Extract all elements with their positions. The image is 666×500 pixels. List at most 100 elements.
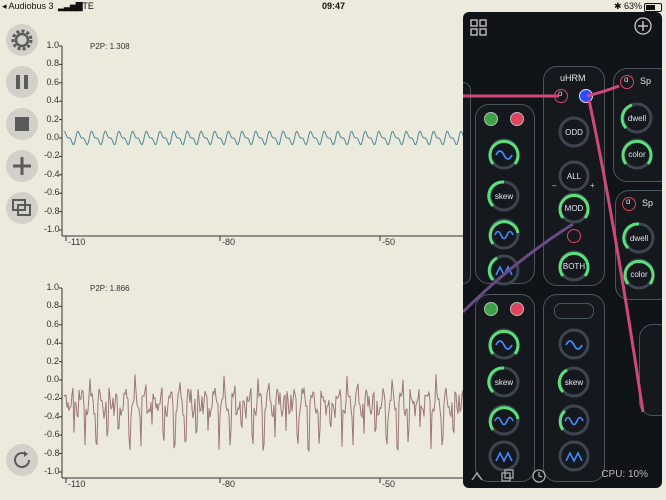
- back-app-link[interactable]: ◂ Audiobus 3: [2, 1, 54, 12]
- jack-green[interactable]: [484, 112, 498, 126]
- add-button[interactable]: [6, 150, 38, 182]
- jack-sp2-in[interactable]: ɑ: [622, 197, 636, 211]
- module-sp-title: Sp: [640, 76, 652, 86]
- plus-label: +: [590, 181, 595, 190]
- y-tick-label: 0.2: [46, 355, 59, 366]
- y-tick-label: 1.0: [46, 282, 59, 292]
- knob-skew-2-label: skew: [494, 377, 514, 387]
- knob-shape-3[interactable]: [557, 327, 591, 361]
- jack-red[interactable]: [510, 112, 524, 126]
- y-tick-label: 0.8: [46, 300, 59, 311]
- p2p-readout: P2P: 1.308: [90, 42, 130, 51]
- knob-both[interactable]: BOTH: [557, 249, 591, 283]
- module-partial-right: [639, 324, 662, 416]
- knob-skew-label: skew: [494, 191, 514, 201]
- add-module-icon[interactable]: [633, 16, 653, 36]
- copy-icon[interactable]: [499, 468, 515, 484]
- jack-out[interactable]: [579, 89, 593, 103]
- y-tick-label: 0.8: [46, 58, 59, 69]
- jack-mod-in[interactable]: [567, 229, 581, 243]
- pause-button[interactable]: [6, 66, 38, 98]
- y-tick-label: 0.0: [46, 132, 59, 142]
- knob-skew-3-label: skew: [564, 377, 584, 387]
- y-tick-label: 0.2: [46, 113, 59, 124]
- battery-label: 63%: [624, 1, 643, 11]
- waveform-trace: [63, 130, 464, 146]
- grid-icon[interactable]: [469, 18, 491, 40]
- cpu-readout: CPU: 10%: [601, 469, 648, 480]
- oscilloscope-top[interactable]: P2P: 1.308 1.0 0.8 0.6 0.4 0.2 0.0 -0.2 -0.4 -0.…: [44, 40, 464, 250]
- module-sp-top: ɑ Sp dwell color: [613, 68, 662, 182]
- refresh-icon: [14, 451, 31, 469]
- knob-mod-label: MOD: [564, 203, 584, 213]
- knob-color-label: color: [628, 149, 646, 159]
- x-tick-label: -50: [382, 237, 396, 247]
- y-tick-label: 0.4: [46, 337, 59, 348]
- y-tick-label: -1.0: [44, 466, 60, 476]
- minus-label: –: [552, 181, 557, 190]
- jack-sp-in[interactable]: ɑ: [620, 75, 634, 89]
- clock: 09:47: [322, 1, 346, 11]
- stop-button[interactable]: [6, 108, 38, 140]
- knob-dwell-2-label: dwell: [629, 233, 649, 243]
- knob-shape-2[interactable]: [487, 327, 521, 361]
- back-app-label: Audiobus 3: [8, 1, 54, 11]
- module-wave-c: skew: [543, 294, 605, 482]
- oscilloscope-bottom[interactable]: P2P: 1.866 1.0 0.8 0.6 0.4 0.2 0.0 -0.2 -0.4 -0.…: [44, 282, 464, 492]
- jack-red-2[interactable]: [510, 302, 524, 316]
- module-wave-a: skew: [475, 104, 535, 287]
- knob-all-label: ALL: [566, 171, 582, 181]
- jack-in[interactable]: o: [554, 89, 568, 103]
- y-tick-label: -0.4: [44, 410, 60, 421]
- reset-button[interactable]: [6, 444, 38, 476]
- layers-button[interactable]: [6, 192, 38, 224]
- modular-panel: skew uHRM o ODD ALL – + MOD BOTH ɑ Sp dw…: [463, 12, 662, 488]
- knob-dwell-label: dwell: [627, 113, 647, 123]
- scope-plot: [59, 287, 464, 483]
- module-wave-c-tab: [554, 303, 594, 319]
- module-uhrm-title: uHRM: [560, 73, 586, 83]
- knob-dwell[interactable]: dwell: [620, 101, 654, 135]
- knob-fold-3[interactable]: [557, 439, 591, 473]
- settings-button[interactable]: [6, 24, 38, 56]
- x-tick-label: -110: [68, 237, 86, 247]
- x-tick-label: -80: [222, 237, 236, 247]
- jack-green-2[interactable]: [484, 302, 498, 316]
- bluetooth-icon: ✱: [614, 1, 622, 11]
- stop-icon: [15, 117, 29, 131]
- knob-all[interactable]: ALL: [557, 159, 591, 193]
- module-sp2-title: Sp: [642, 198, 654, 208]
- y-tick-label: -0.2: [44, 150, 60, 161]
- y-tick-label: -0.4: [44, 168, 60, 179]
- y-tick-label: 0.6: [46, 318, 59, 329]
- scope-plot: [59, 45, 464, 241]
- y-tick-label: 1.0: [46, 40, 59, 50]
- y-tick-label: -0.6: [44, 429, 60, 440]
- plus-icon: [13, 157, 31, 175]
- knob-phase-2[interactable]: [487, 403, 521, 437]
- y-tick-label: -0.8: [44, 205, 60, 216]
- knob-color-2[interactable]: color: [622, 257, 656, 291]
- knob-phase-3[interactable]: [557, 403, 591, 437]
- layers-icon: [12, 199, 31, 216]
- knob-dwell-2[interactable]: dwell: [622, 221, 656, 255]
- knob-color[interactable]: color: [620, 137, 654, 171]
- knob-skew-3[interactable]: skew: [557, 365, 591, 399]
- collapse-icon[interactable]: [469, 468, 485, 484]
- x-tick-label: -80: [222, 479, 236, 489]
- y-tick-label: 0.4: [46, 95, 59, 106]
- waveform-trace: [63, 374, 464, 452]
- knob-odd[interactable]: ODD: [557, 115, 591, 149]
- knob-phase[interactable]: [487, 217, 521, 251]
- y-tick-label: -0.2: [44, 392, 60, 403]
- x-tick-label: -50: [382, 479, 396, 489]
- knob-mod[interactable]: MOD: [557, 191, 591, 225]
- knob-fold[interactable]: [487, 253, 521, 287]
- knob-skew[interactable]: skew: [487, 179, 521, 213]
- knob-skew-2[interactable]: skew: [487, 365, 521, 399]
- clock-icon[interactable]: [531, 468, 547, 484]
- knob-shape[interactable]: [487, 137, 521, 171]
- p2p-readout: P2P: 1.866: [90, 284, 130, 293]
- x-tick-label: -110: [68, 479, 86, 489]
- module-sp-bottom: ɑ Sp dwell color: [615, 190, 662, 300]
